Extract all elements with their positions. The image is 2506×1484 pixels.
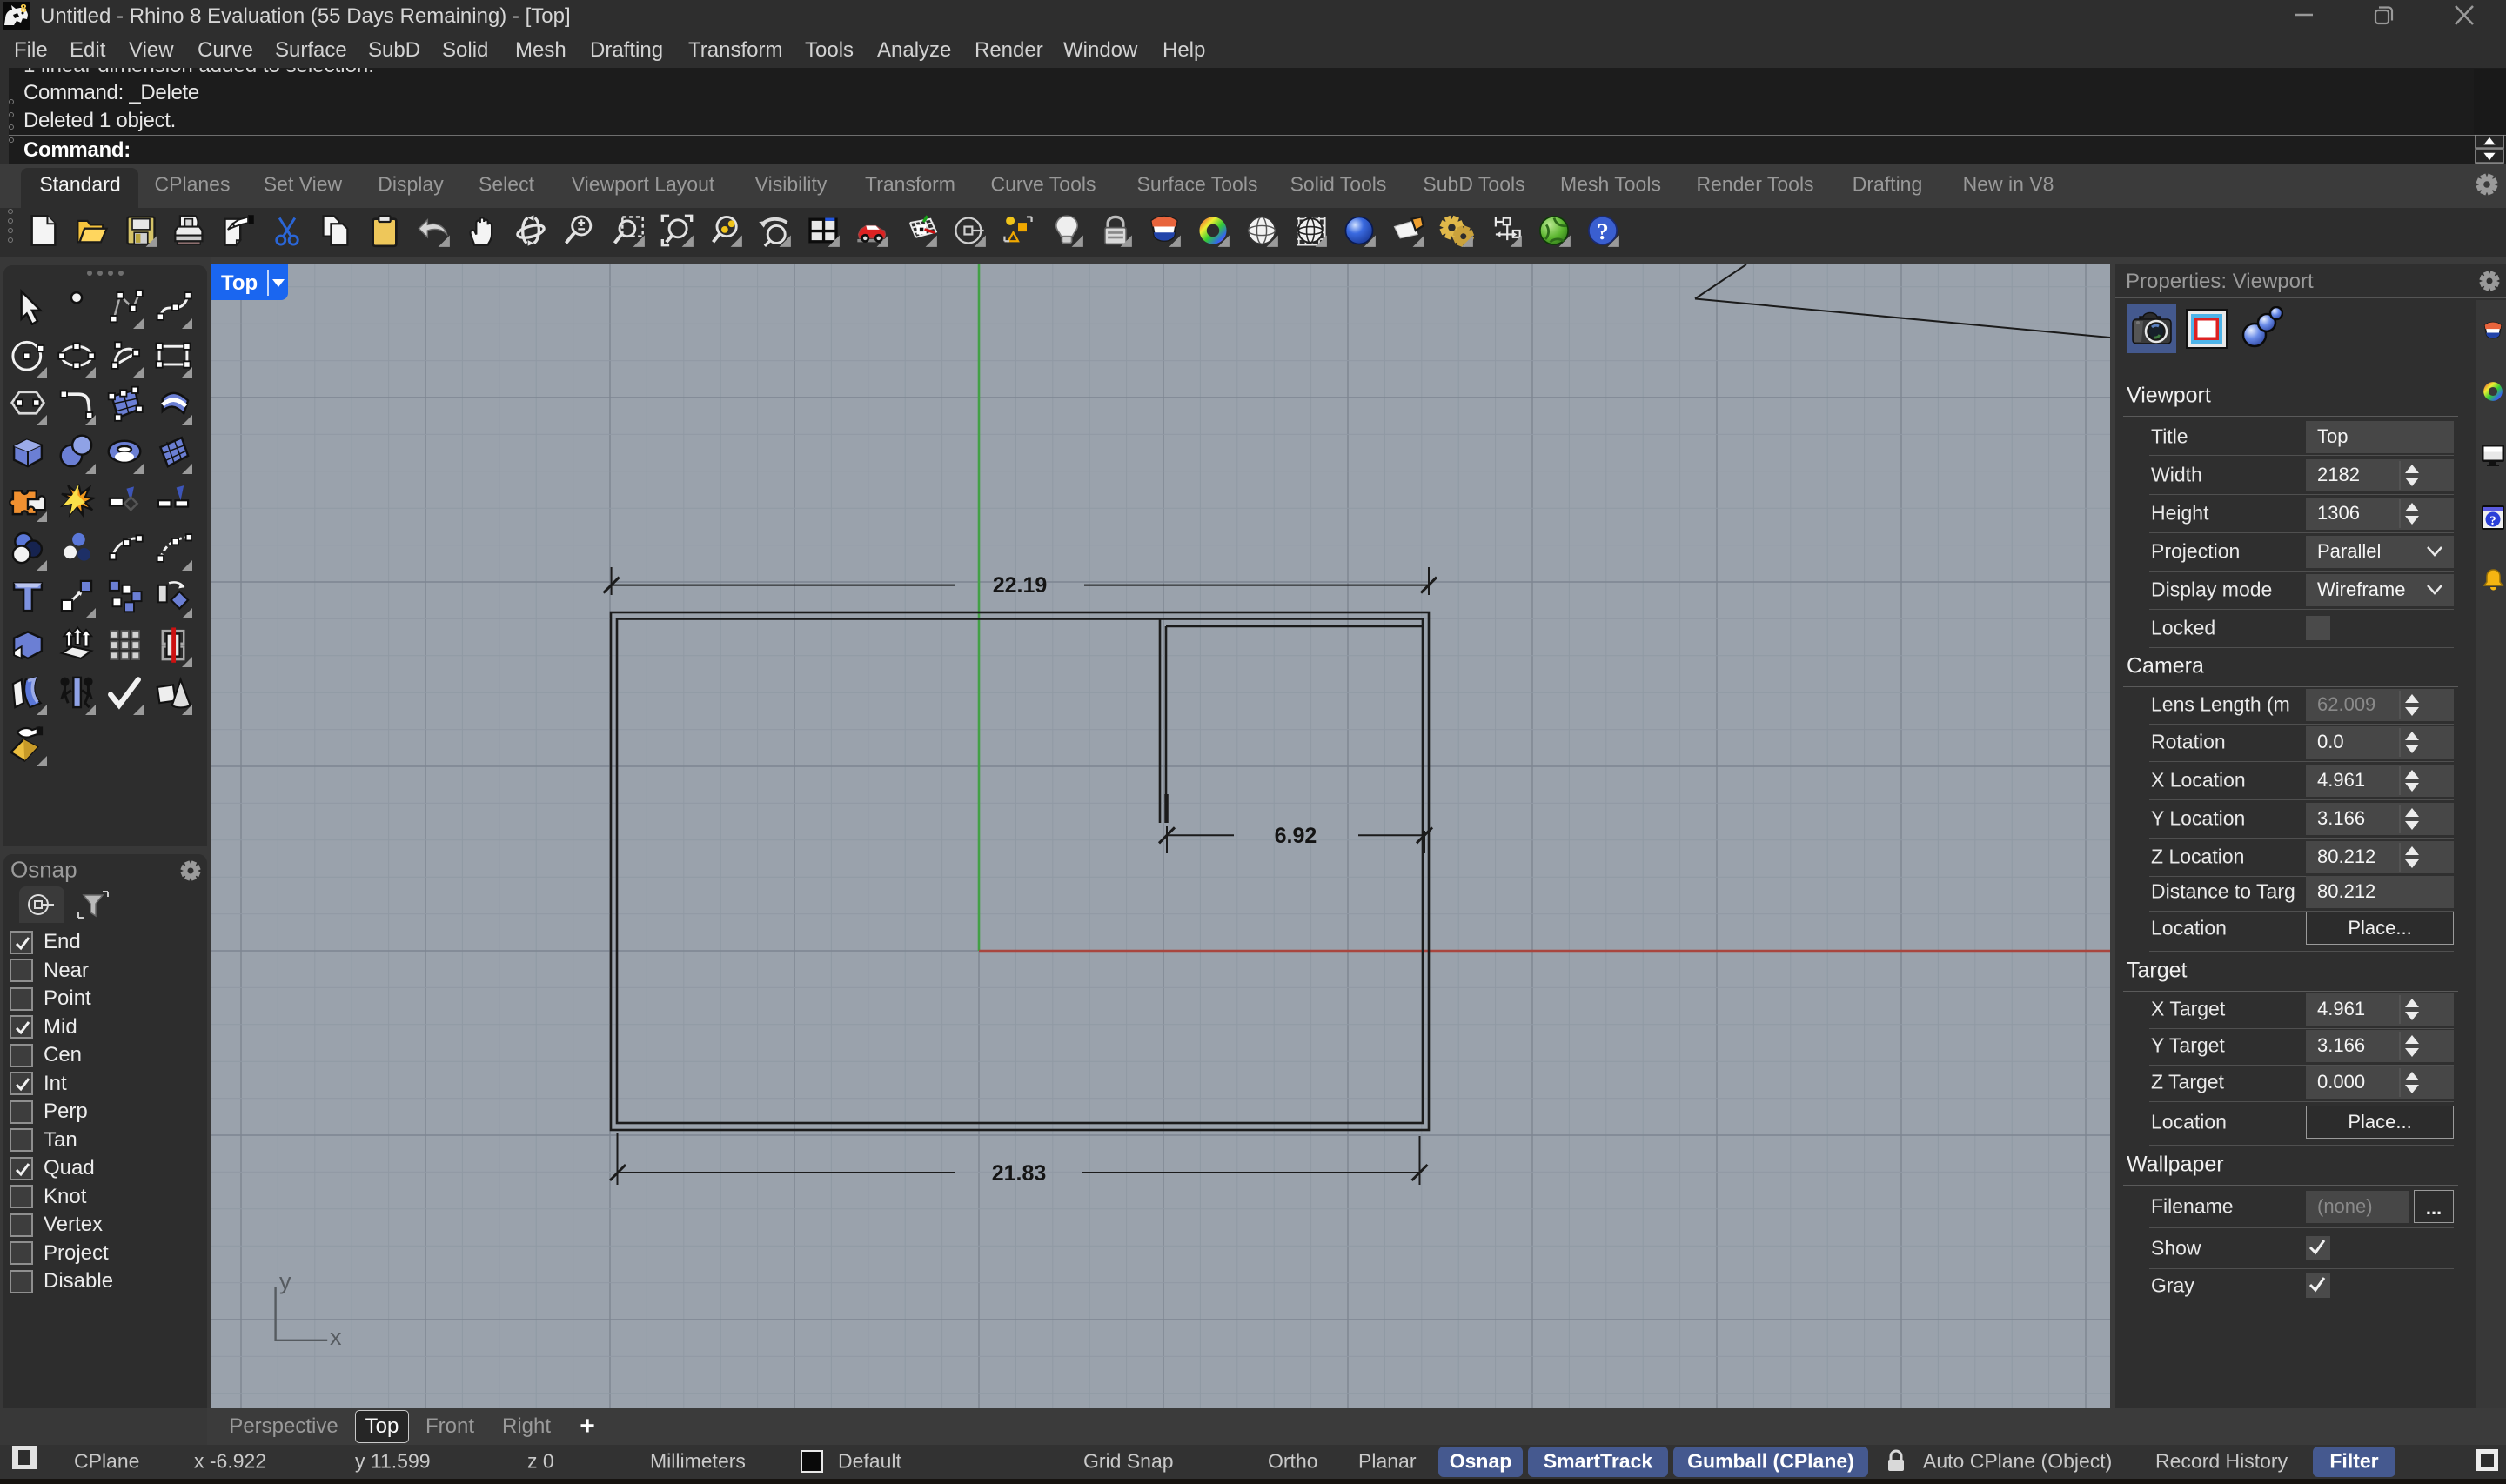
svg-text:?: ? [2489, 514, 2496, 528]
svg-text:6.92: 6.92 [1275, 824, 1317, 848]
svg-text:22.19: 22.19 [993, 573, 1048, 598]
svg-text:x: x [330, 1324, 342, 1350]
svg-text:y: y [279, 1268, 291, 1294]
svg-text:21.83: 21.83 [992, 1161, 1047, 1186]
svg-text:Top: Top [221, 271, 258, 295]
svg-text:?: ? [1597, 218, 1608, 244]
svg-text:8: 8 [20, 2, 26, 15]
